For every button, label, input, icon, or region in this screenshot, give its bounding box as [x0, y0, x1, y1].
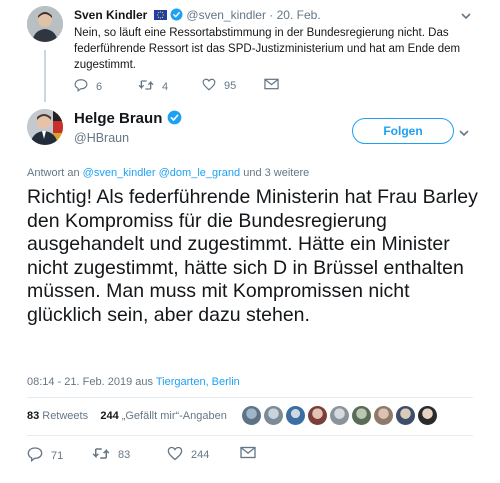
- chevron-down-icon[interactable]: [458, 125, 470, 143]
- retweet-icon: [92, 446, 110, 464]
- divider: [27, 435, 473, 436]
- avatar[interactable]: [286, 406, 305, 425]
- avatar[interactable]: [418, 406, 437, 425]
- retweet-icon: [138, 78, 154, 95]
- chevron-down-icon[interactable]: [460, 8, 472, 26]
- tweet-timestamp: 08:14 - 21. Feb. 2019 aus Tiergarten, Be…: [27, 376, 240, 388]
- author-name[interactable]: Sven Kindler: [74, 8, 147, 22]
- avatar[interactable]: [396, 406, 415, 425]
- likes-stat[interactable]: 244 „Gefällt mir“-Angaben: [100, 410, 227, 422]
- avatar[interactable]: [242, 406, 261, 425]
- author-handle[interactable]: @HBraun: [74, 131, 129, 145]
- avatar[interactable]: [352, 406, 371, 425]
- avatar[interactable]: [27, 6, 63, 42]
- reply-context: Antwort an @sven_kindler @dom_le_grand u…: [27, 167, 309, 179]
- location-link[interactable]: Tiergarten, Berlin: [156, 376, 240, 388]
- reply-icon: [27, 446, 43, 465]
- liker-avatars: [242, 406, 437, 425]
- avatar[interactable]: [264, 406, 283, 425]
- reply-handles-link[interactable]: @sven_kindler @dom_le_grand: [83, 167, 240, 179]
- parent-tweet[interactable]: Sven Kindler @sven_kindler · 20. Feb. Ne…: [0, 0, 500, 102]
- reply-button[interactable]: 6: [74, 78, 102, 95]
- retweet-count: 83: [118, 449, 131, 461]
- author-handle[interactable]: @sven_kindler: [186, 8, 266, 22]
- reply-suffix[interactable]: und 3 weitere: [243, 167, 309, 179]
- retweet-button[interactable]: 83: [92, 446, 130, 464]
- avatar[interactable]: [330, 406, 349, 425]
- avatar[interactable]: [308, 406, 327, 425]
- like-count: 95: [224, 80, 237, 92]
- retweet-count: 4: [162, 80, 169, 93]
- direct-message-button[interactable]: [264, 78, 279, 93]
- reply-count: 71: [51, 449, 64, 462]
- author-name[interactable]: Helge Braun: [74, 110, 182, 129]
- timestamp-text[interactable]: 08:14 - 21. Feb. 2019 aus: [27, 376, 153, 388]
- envelope-icon: [264, 78, 279, 93]
- divider: [27, 397, 473, 398]
- verified-icon: [167, 110, 182, 129]
- like-button[interactable]: 95: [202, 78, 236, 94]
- retweets-stat-count: 83: [27, 410, 40, 422]
- reply-icon: [74, 78, 88, 95]
- thread-line: [44, 50, 46, 102]
- reply-prefix: Antwort an: [27, 167, 80, 179]
- eu-flag-icon: [153, 9, 167, 23]
- direct-message-button[interactable]: [240, 446, 256, 462]
- reply-count: 6: [96, 80, 103, 93]
- follow-button[interactable]: Folgen: [352, 118, 454, 144]
- tweet-text: Richtig! Als federführende Ministerin ha…: [27, 186, 478, 326]
- parent-tweet-header: Sven Kindler @sven_kindler · 20. Feb.: [74, 8, 321, 24]
- tweet-date[interactable]: · 20. Feb.: [269, 8, 320, 22]
- envelope-icon: [240, 446, 256, 462]
- verified-icon: [170, 8, 183, 24]
- likes-stat-label: „Gefällt mir“-Angaben: [121, 410, 227, 422]
- like-count: 244: [191, 449, 210, 461]
- heart-icon: [202, 78, 216, 94]
- reply-button[interactable]: 71: [27, 446, 63, 465]
- retweets-stat[interactable]: 83 Retweets: [27, 410, 88, 422]
- tweet-stats: 83 Retweets 244 „Gefällt mir“-Angaben: [27, 410, 227, 422]
- retweets-stat-label: Retweets: [42, 410, 89, 422]
- tweet-text: Nein, so läuft eine Ressortabstimmung in…: [74, 27, 461, 71]
- retweet-button[interactable]: 4: [138, 78, 168, 95]
- avatar[interactable]: [374, 406, 393, 425]
- heart-icon: [167, 446, 183, 464]
- like-button[interactable]: 244: [167, 446, 209, 464]
- likes-stat-count: 244: [100, 410, 119, 422]
- avatar[interactable]: [27, 109, 63, 145]
- author-name-text: Helge Braun: [74, 110, 163, 127]
